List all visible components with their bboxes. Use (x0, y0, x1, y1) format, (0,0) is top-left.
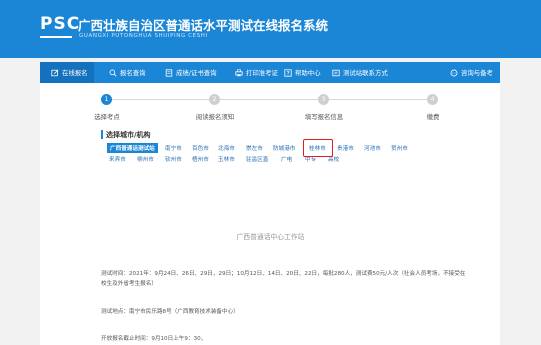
city-option-broadcast[interactable]: 广电 (281, 155, 292, 163)
step-4-circle: 4 (427, 94, 438, 105)
city-option-direct-units[interactable]: 驻邕区直 (246, 155, 268, 163)
city-option-hechi[interactable]: 河池市 (364, 144, 381, 152)
logo-underline (40, 36, 72, 38)
city-option-yulin[interactable]: 玉林市 (218, 155, 235, 163)
nav-label: 帮助中心 (295, 69, 321, 77)
help-icon (284, 68, 292, 77)
city-option-laibin[interactable]: 来宾市 (109, 155, 126, 163)
city-option-guigang[interactable]: 贵港市 (337, 144, 354, 152)
document-icon (165, 68, 173, 77)
nav-label: 咨询与备考 (461, 69, 493, 77)
city-option-guangxi-station[interactable]: 广西普通话测试站 (107, 143, 158, 153)
city-option-beihai[interactable]: 北海市 (218, 144, 235, 152)
info-test-time: 测试时间：2021年：9月24日、26日、29日，29日；10月12日、14日、… (101, 271, 466, 277)
nav-station-contact[interactable]: 测试站联系方式 (332, 62, 388, 83)
city-option-qinzhou[interactable]: 钦州市 (165, 155, 182, 163)
nav-label: 测试站联系方式 (343, 69, 388, 77)
step-4-label: 缴费 (426, 113, 440, 121)
nav-online-register[interactable]: 在线报名 (40, 62, 94, 83)
nav-label: 报名查询 (120, 69, 146, 77)
info-deadline: 开放报名截止时间：9月10日上午9：30， (101, 336, 207, 342)
city-option-fangchenggang[interactable]: 防城港市 (273, 144, 295, 152)
app-window: { "header": { "logo": "PSC", "title": "广… (0, 0, 541, 345)
step-3-circle: 3 (318, 94, 329, 105)
city-section-title: 选择城市/机构 (106, 131, 151, 139)
city-option-liuzhou[interactable]: 柳州市 (137, 155, 154, 163)
printer-icon (235, 68, 243, 77)
info-test-time-cont: 校生及外省考生报名） (101, 281, 157, 287)
edit-icon (51, 69, 59, 77)
city-option-nanning[interactable]: 南宁市 (165, 144, 182, 152)
step-connector (220, 99, 318, 100)
nav-register-query[interactable]: 报名查询 (109, 62, 146, 83)
city-option-baise[interactable]: 百色市 (192, 144, 209, 152)
search-icon (109, 69, 117, 77)
site-subtitle: GUANGXI PUTONGHUA SHUIPING CESHI (79, 33, 208, 39)
step-connector (112, 99, 209, 100)
station-title: 广西普通话中心工作站 (236, 233, 305, 241)
city-option-chongzuo[interactable]: 崇左市 (246, 144, 263, 152)
nav-label: 打印准考证 (246, 69, 278, 77)
nav-help-center[interactable]: 帮助中心 (284, 62, 321, 83)
main-nav: 在线报名 报名查询 成绩/证书查询 打印准考证 帮助中心 测试站联系方式 咨询与… (40, 62, 500, 83)
selection-highlight-box (303, 139, 333, 157)
content-panel (40, 83, 500, 345)
nav-consult[interactable]: 咨询与备考 (450, 62, 493, 83)
step-3-label: 填写报名信息 (304, 113, 344, 121)
psc-logo: PSC (40, 14, 81, 34)
step-2-label: 阅读报名须知 (195, 113, 235, 121)
chat-icon (450, 69, 458, 77)
step-connector (329, 99, 427, 100)
step-1-label: 选择考点 (94, 113, 120, 121)
contact-icon (332, 69, 340, 77)
step-2-circle: 2 (209, 94, 220, 105)
nav-score-query[interactable]: 成绩/证书查询 (165, 62, 217, 83)
nav-print-ticket[interactable]: 打印准考证 (235, 62, 278, 83)
city-option-hezhou[interactable]: 贺州市 (391, 144, 408, 152)
nav-label: 在线报名 (62, 69, 88, 77)
site-title: 广西壮族自治区普通话水平测试在线报名系统 (78, 18, 329, 33)
nav-label: 成绩/证书查询 (176, 69, 217, 77)
step-1-circle: 1 (101, 94, 112, 105)
info-test-location: 测试地点：南宁市民乐路8号（广西教育技术装备中心） (101, 309, 239, 315)
header-bar: PSC 广西壮族自治区普通话水平测试在线报名系统 GUANGXI PUTONGH… (0, 0, 541, 58)
section-accent-bar (101, 130, 103, 139)
city-option-wuzhou[interactable]: 梧州市 (192, 155, 209, 163)
